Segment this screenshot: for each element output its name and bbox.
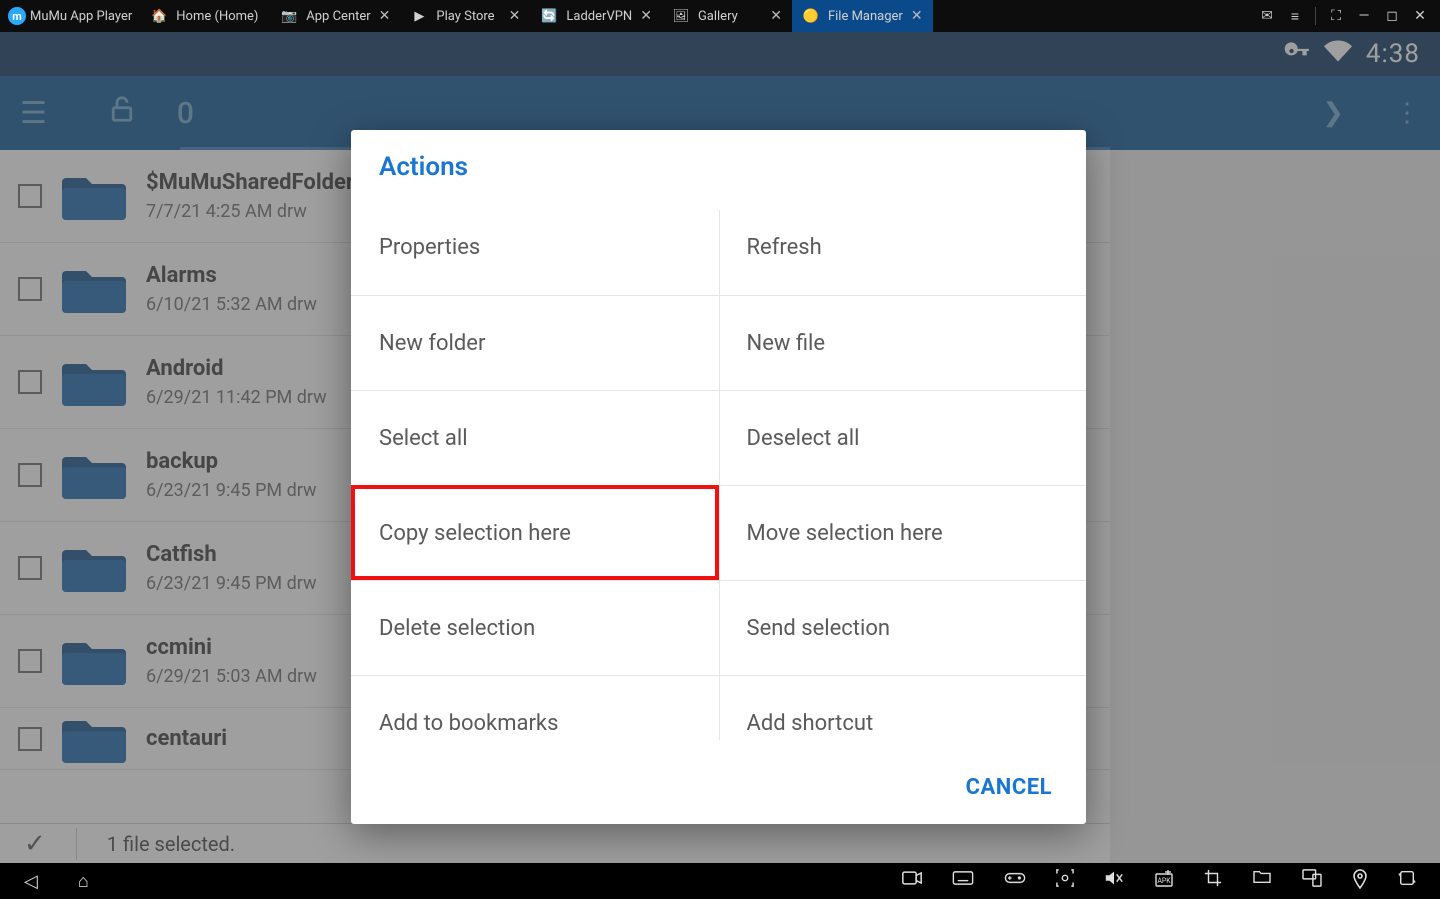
tab-close-icon[interactable]: ✕ (379, 8, 391, 24)
rotate-icon[interactable] (1398, 869, 1416, 894)
mail-icon[interactable]: ✉ (1259, 8, 1275, 24)
tab-close-icon[interactable]: ✕ (770, 8, 782, 24)
cancel-button[interactable]: CANCEL (966, 775, 1052, 800)
folder-nav-icon[interactable] (1252, 869, 1272, 894)
record-icon[interactable] (902, 869, 922, 894)
close-window-icon[interactable]: ✕ (1412, 8, 1428, 24)
dialog-footer: CANCEL (351, 750, 1086, 824)
tab-label: Home (Home) (176, 9, 258, 24)
tab-gallery[interactable]: 🖼 Gallery ✕ (662, 0, 792, 32)
tab-app-center[interactable]: 📷 App Center ✕ (270, 0, 400, 32)
action-add-to-bookmarks[interactable]: Add to bookmarks (351, 675, 719, 750)
svg-text:APK: APK (1157, 877, 1171, 885)
screenshot-icon[interactable] (1056, 869, 1074, 894)
window-controls: ✉ ≡ ⛶ — ◻ ✕ (1247, 0, 1440, 32)
dialog-body: PropertiesRefreshNew folderNew fileSelec… (351, 200, 1086, 750)
tab-play-store[interactable]: ▶ Play Store ✕ (400, 0, 530, 32)
dialog-title: Actions (351, 130, 1086, 200)
tab-close-icon[interactable]: ✕ (509, 8, 521, 24)
action-copy-selection-here[interactable]: Copy selection here (351, 485, 719, 580)
tab-icon: 🟡 (802, 7, 820, 25)
menu-lines-icon[interactable]: ≡ (1287, 8, 1303, 25)
tab-label: App Center (306, 9, 370, 24)
emulator-logo: m MuMu App Player (0, 0, 140, 32)
home-nav-icon[interactable]: ⌂ (78, 871, 89, 892)
action-add-shortcut[interactable]: Add shortcut (719, 675, 1087, 750)
crop-icon[interactable] (1204, 869, 1222, 894)
action-delete-selection[interactable]: Delete selection (351, 580, 719, 675)
tab-label: LadderVPN (566, 9, 632, 24)
action-move-selection-here[interactable]: Move selection here (719, 485, 1087, 580)
emulator-title: MuMu App Player (30, 9, 132, 24)
tab-icon: 📷 (280, 7, 298, 25)
apk-install-icon[interactable]: APK (1154, 869, 1174, 894)
tab-icon: ▶ (410, 7, 428, 25)
action-send-selection[interactable]: Send selection (719, 580, 1087, 675)
keyboard-icon[interactable] (952, 869, 974, 894)
minimize-icon[interactable]: — (1356, 8, 1372, 24)
tab-label: File Manager (828, 9, 903, 24)
tab-label: Gallery (698, 9, 738, 24)
action-refresh[interactable]: Refresh (719, 200, 1087, 295)
tab-icon: 🏠 (150, 7, 168, 25)
mumu-logo-icon: m (8, 7, 26, 25)
tab-laddervpn[interactable]: 🔄 LadderVPN ✕ (530, 0, 662, 32)
action-new-file[interactable]: New file (719, 295, 1087, 390)
back-nav-icon[interactable]: ◁ (24, 871, 38, 892)
location-nav-icon[interactable] (1352, 869, 1368, 894)
maximize-icon[interactable]: ◻ (1384, 8, 1400, 24)
action-select-all[interactable]: Select all (351, 390, 719, 485)
tab-home-home-[interactable]: 🏠 Home (Home) (140, 0, 270, 32)
action-new-folder[interactable]: New folder (351, 295, 719, 390)
volume-mute-icon[interactable] (1104, 869, 1124, 894)
separator (1315, 7, 1316, 25)
actions-dialog: Actions PropertiesRefreshNew folderNew f… (351, 130, 1086, 824)
action-properties[interactable]: Properties (351, 200, 719, 295)
tab-file-manager[interactable]: 🟡 File Manager ✕ (792, 0, 933, 32)
tab-close-icon[interactable]: ✕ (911, 8, 923, 24)
gamepad-icon[interactable] (1004, 869, 1026, 894)
fullscreen-icon[interactable]: ⛶ (1328, 8, 1344, 24)
tab-label: Play Store (436, 9, 494, 24)
tab-close-icon[interactable]: ✕ (640, 8, 652, 24)
action-deselect-all[interactable]: Deselect all (719, 390, 1087, 485)
emulator-navbar: ◁ ⌂ APK (0, 863, 1440, 899)
devices-icon[interactable] (1302, 869, 1322, 894)
emulator-titlebar: m MuMu App Player 🏠 Home (Home) 📷 App Ce… (0, 0, 1440, 32)
tab-icon: 🔄 (540, 7, 558, 25)
tab-icon: 🖼 (672, 7, 690, 25)
